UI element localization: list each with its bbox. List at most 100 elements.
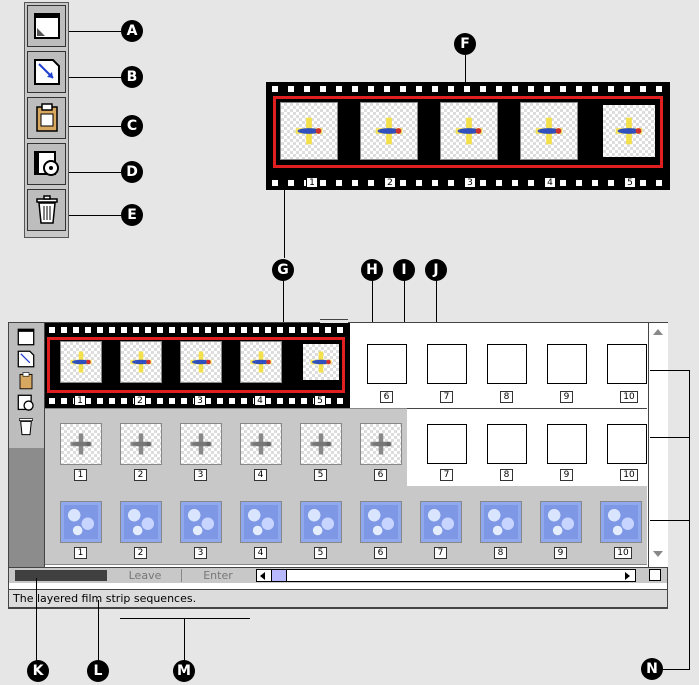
scroll-thumb[interactable] (271, 570, 287, 581)
film-frame[interactable] (360, 423, 402, 465)
frame-icon[interactable] (17, 328, 35, 346)
frame-number: 6 (380, 391, 393, 403)
perforation (656, 180, 662, 186)
scroll-down-icon[interactable] (653, 551, 663, 557)
film-frame[interactable] (120, 341, 162, 383)
airplane-icon (130, 433, 152, 455)
airplane-icon (250, 433, 272, 455)
scroll-right-icon[interactable] (625, 572, 630, 580)
enter-button[interactable]: Enter (182, 569, 254, 582)
trash-tool-button[interactable] (27, 189, 66, 231)
perforation (640, 180, 646, 186)
film-frame[interactable] (280, 102, 338, 160)
empty-frame[interactable] (607, 344, 647, 384)
trash-icon (35, 195, 58, 224)
perforation (496, 86, 502, 92)
empty-frame[interactable] (607, 424, 647, 464)
perforation (368, 86, 374, 92)
callout-h: H (361, 259, 383, 281)
row-2-frames: 1 2 3 4 5 6 7 8 9 10 (45, 408, 661, 486)
film-frame[interactable] (120, 423, 162, 465)
leave-button[interactable]: Leave (109, 569, 182, 582)
film-frame[interactable] (240, 423, 282, 465)
arrow-icon[interactable] (17, 350, 35, 368)
callout-e: E (121, 204, 143, 226)
scroll-up-icon[interactable] (653, 329, 663, 335)
film-frame[interactable] (180, 501, 222, 543)
arrow-icon (33, 59, 60, 85)
frame-number: 5 (314, 469, 327, 481)
film-frame[interactable] (240, 501, 282, 543)
clipboard-icon[interactable] (17, 372, 35, 390)
horizontal-scrollbar[interactable] (256, 569, 636, 582)
perforation (288, 180, 294, 186)
film-frame[interactable] (240, 341, 282, 383)
clipboard-icon (35, 103, 58, 132)
airplane-icon (130, 351, 152, 373)
frame-number: 5 (314, 547, 327, 559)
film-strip-window: 1 2 3 4 5 6 7 8 9 10 1 2 3 4 5 6 7 8 9 1… (8, 319, 668, 609)
perforation (304, 86, 310, 92)
film-reel-icon[interactable] (17, 394, 35, 412)
empty-frame[interactable] (547, 424, 587, 464)
film-frame[interactable] (60, 423, 102, 465)
frame-number: 8 (494, 547, 507, 559)
perforation (448, 180, 454, 186)
callout-k: K (27, 660, 49, 682)
perforation (336, 86, 342, 92)
film-frame[interactable] (360, 102, 418, 160)
film-frame[interactable] (300, 341, 342, 383)
frame-number: 9 (560, 391, 573, 403)
film-frame[interactable] (360, 501, 402, 543)
film-frame[interactable] (60, 341, 102, 383)
airplane-icon (190, 433, 212, 455)
airplane-icon (250, 351, 272, 373)
film-frame[interactable] (120, 501, 162, 543)
frame-number: 1 (74, 395, 86, 406)
frame-number: 5 (314, 395, 326, 406)
empty-frame[interactable] (427, 344, 467, 384)
frame-number: 3 (194, 469, 207, 481)
film-reel-tool-button[interactable] (27, 143, 66, 185)
airplane-icon (70, 351, 92, 373)
film-frame[interactable] (540, 501, 582, 543)
empty-frame[interactable] (427, 424, 467, 464)
frame-number: 4 (544, 177, 556, 188)
film-frame[interactable] (520, 102, 578, 160)
empty-frame[interactable] (487, 344, 527, 384)
trash-icon[interactable] (17, 416, 35, 436)
perforation (624, 86, 630, 92)
perforation (496, 180, 502, 186)
perforation (592, 180, 598, 186)
empty-frame[interactable] (367, 344, 407, 384)
film-frame[interactable] (600, 102, 658, 160)
frame-number: 10 (620, 391, 638, 403)
empty-frame[interactable] (487, 424, 527, 464)
perforation (608, 180, 614, 186)
row-3-frames: 1 2 3 4 5 6 7 8 9 10 (45, 486, 661, 564)
film-frame[interactable] (600, 501, 642, 543)
perforation (352, 180, 358, 186)
empty-frame[interactable] (547, 344, 587, 384)
film-frame[interactable] (300, 423, 342, 465)
frame-slider[interactable] (15, 570, 107, 581)
frame-number: 10 (620, 469, 638, 481)
film-frame[interactable] (300, 501, 342, 543)
clipboard-tool-button[interactable] (27, 97, 66, 139)
frame-number: 7 (434, 547, 447, 559)
frame-number: 2 (384, 177, 396, 188)
film-frame[interactable] (180, 423, 222, 465)
frame-number: 6 (374, 547, 387, 559)
film-frame[interactable] (60, 501, 102, 543)
film-frame[interactable] (180, 341, 222, 383)
frame-number: 7 (440, 391, 453, 403)
film-frame[interactable] (480, 501, 522, 543)
film-frame[interactable] (420, 501, 462, 543)
resize-icon[interactable] (649, 569, 661, 581)
frame-tool-button[interactable] (27, 5, 66, 47)
frame-number: 2 (134, 395, 146, 406)
vertical-scrollbar[interactable] (648, 323, 668, 567)
arrow-tool-button[interactable] (27, 51, 66, 93)
film-frame[interactable] (440, 102, 498, 160)
scroll-left-icon[interactable] (260, 572, 265, 580)
